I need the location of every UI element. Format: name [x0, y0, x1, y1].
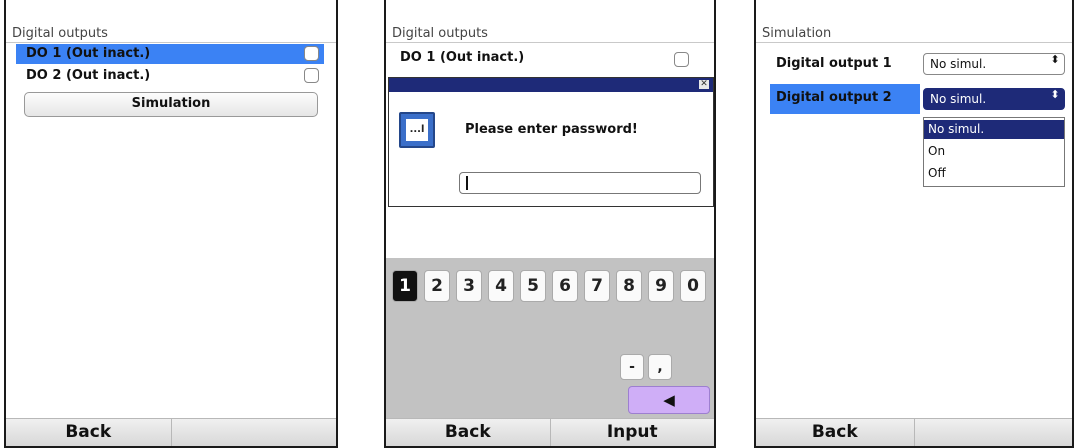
- input-button[interactable]: Input: [551, 419, 715, 446]
- screen-password-dialog: Digital outputs DO 1 (Out inact.) ✕ ...l…: [384, 0, 716, 448]
- softkey-bar: Back: [756, 418, 1072, 446]
- password-dialog: ✕ ...l Please enter password!: [388, 77, 714, 207]
- title-divider: [6, 42, 336, 43]
- screen-digital-outputs: Digital outputs DO 1 (Out inact.) DO 2 (…: [4, 0, 338, 448]
- spin-arrows-icon: ⬍: [1050, 53, 1060, 66]
- key-5[interactable]: 5: [520, 270, 546, 302]
- key-6[interactable]: 6: [552, 270, 578, 302]
- numeric-keypad: 1 2 3 4 5 6 7 8 9 0 - , ◀: [386, 258, 714, 419]
- simulation-button[interactable]: Simulation: [24, 92, 318, 117]
- key-3[interactable]: 3: [456, 270, 482, 302]
- spin-arrows-icon: ⬍: [1050, 88, 1060, 101]
- list-item-label: DO 2 (Out inact.): [26, 68, 151, 83]
- key-0[interactable]: 0: [680, 270, 706, 302]
- dialog-message: Please enter password!: [465, 122, 638, 137]
- list-item-do1[interactable]: DO 1 (Out inact.): [16, 44, 324, 64]
- empty-softkey[interactable]: [915, 419, 1073, 446]
- password-input[interactable]: [459, 172, 701, 194]
- key-9[interactable]: 9: [648, 270, 674, 302]
- list-item-label: DO 1 (Out inact.): [400, 50, 525, 65]
- keyboard-icon: ...l: [399, 112, 435, 148]
- back-button[interactable]: Back: [756, 419, 915, 446]
- key-1[interactable]: 1: [392, 270, 418, 302]
- digital-output-2-select[interactable]: No simul. ⬍: [923, 88, 1065, 110]
- key-8[interactable]: 8: [616, 270, 642, 302]
- title-divider: [386, 42, 714, 43]
- softkey-bar: Back: [6, 418, 336, 446]
- digital-output-1-select[interactable]: No simul. ⬍: [923, 53, 1065, 75]
- options-dropdown: No simul. On Off: [923, 117, 1065, 187]
- back-button[interactable]: Back: [386, 419, 551, 446]
- select-value: No simul.: [930, 92, 987, 106]
- key-comma[interactable]: ,: [648, 354, 672, 380]
- back-button[interactable]: Back: [6, 419, 172, 446]
- list-item-do1[interactable]: DO 1 (Out inact.): [390, 48, 690, 68]
- do2-checkbox[interactable]: [304, 68, 319, 83]
- screen-simulation: Simulation Digital output 1 No simul. ⬍ …: [754, 0, 1074, 448]
- page-title: Digital outputs: [12, 26, 108, 41]
- option-on[interactable]: On: [924, 142, 1064, 161]
- do1-checkbox[interactable]: [304, 46, 319, 61]
- digital-output-1-label: Digital output 1: [776, 56, 892, 71]
- softkey-bar: Back Input: [386, 418, 714, 446]
- key-4[interactable]: 4: [488, 270, 514, 302]
- select-value: No simul.: [930, 57, 987, 71]
- dialog-title-bar: ✕: [389, 78, 713, 92]
- key-2[interactable]: 2: [424, 270, 450, 302]
- option-no-simul[interactable]: No simul.: [924, 120, 1064, 139]
- title-divider: [756, 42, 1072, 43]
- option-off[interactable]: Off: [924, 164, 1064, 183]
- digital-output-2-label: Digital output 2: [776, 90, 892, 105]
- page-title: Simulation: [762, 26, 832, 41]
- text-caret: [466, 176, 468, 190]
- list-item-do2[interactable]: DO 2 (Out inact.): [16, 66, 324, 86]
- enter-arrow-icon[interactable]: ◀: [628, 386, 710, 414]
- list-item-label: DO 1 (Out inact.): [26, 46, 151, 61]
- key-7[interactable]: 7: [584, 270, 610, 302]
- close-icon[interactable]: ✕: [699, 80, 709, 89]
- key-minus[interactable]: -: [620, 354, 644, 380]
- page-title: Digital outputs: [392, 26, 488, 41]
- do1-checkbox[interactable]: [674, 52, 689, 67]
- empty-softkey[interactable]: [172, 419, 337, 446]
